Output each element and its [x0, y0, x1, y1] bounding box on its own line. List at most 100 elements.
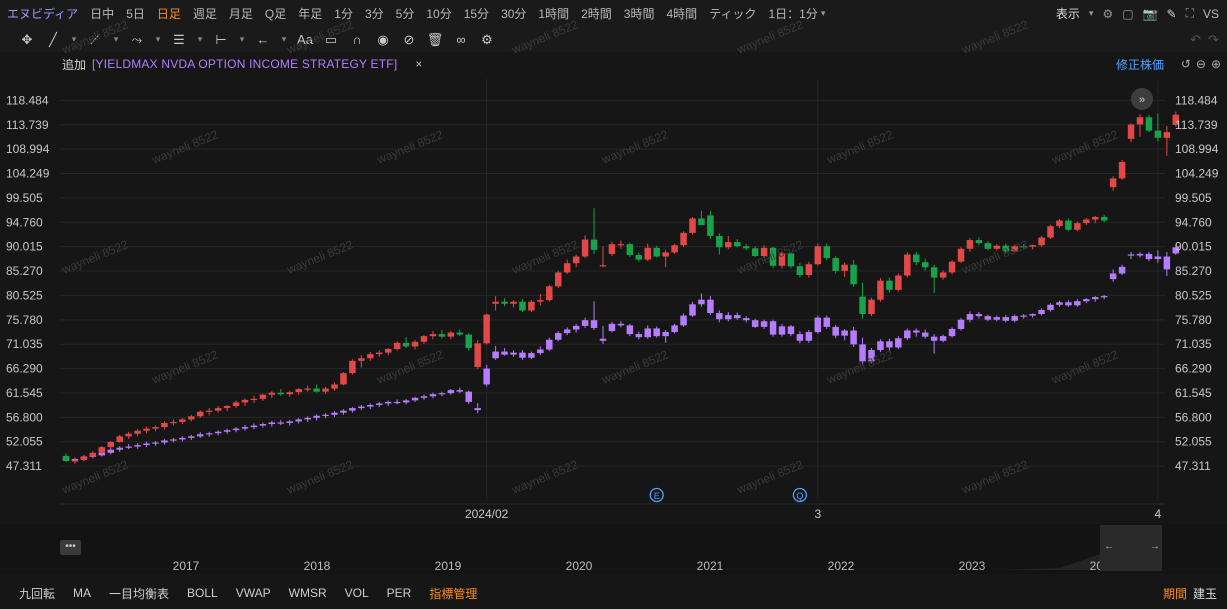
navigator-area[interactable]: 20172018201920202021202220232024: [0, 524, 1227, 574]
display-menu[interactable]: 表示: [1056, 5, 1080, 22]
indicator-button[interactable]: VWAP: [227, 586, 280, 600]
adjusted-price-toggle[interactable]: 修正株価: [1116, 56, 1164, 73]
candle-body: [662, 332, 669, 337]
candle-body: [519, 352, 526, 358]
hide-icon[interactable]: ⊘: [398, 30, 420, 50]
timeframe-tab[interactable]: Q足: [259, 5, 292, 22]
candle-body: [492, 351, 499, 359]
pattern-icon[interactable]: ⤳: [126, 30, 148, 50]
pencil-icon[interactable]: ✎: [1167, 7, 1177, 21]
timeframe-tab[interactable]: ティック: [703, 5, 762, 22]
chevron-down-icon[interactable]: ▾: [68, 30, 80, 50]
compare-candle: [1056, 300, 1063, 307]
indicator-button[interactable]: 指標管理: [420, 585, 486, 602]
timeframe-tab[interactable]: 5分: [390, 5, 421, 22]
compare-candle: [716, 310, 723, 323]
add-compare-label[interactable]: 追加: [62, 56, 86, 73]
timeframe-tab[interactable]: 週足: [187, 5, 223, 22]
arrow-icon[interactable]: ←: [252, 30, 274, 50]
timeframe-tab[interactable]: 30分: [495, 5, 532, 22]
indicator-button[interactable]: 一目均衡表: [100, 585, 178, 602]
settings-icon[interactable]: ⚙: [476, 30, 498, 50]
price-candle: [555, 270, 562, 288]
timeframe-tab[interactable]: 4時間: [660, 5, 703, 22]
compare-series-label[interactable]: [YIELDMAX NVDA OPTION INCOME STRATEGY ET…: [92, 57, 397, 71]
timeframe-tab[interactable]: 1時間: [532, 5, 575, 22]
candle-body: [214, 431, 222, 434]
candle-body: [563, 263, 571, 273]
timeframe-tab[interactable]: 2時間: [575, 5, 618, 22]
comment-icon[interactable]: ▭: [320, 30, 342, 50]
candle-body: [555, 272, 562, 287]
price-candle: [930, 264, 938, 293]
candle-body: [1011, 316, 1018, 321]
candle-body: [125, 446, 132, 448]
candle-body: [89, 452, 97, 457]
timeframe-tab[interactable]: 月足: [223, 5, 259, 22]
fullscreen-icon[interactable]: ⛶: [1186, 6, 1194, 21]
magnet-icon[interactable]: ∩: [346, 30, 368, 50]
timeframe-tab[interactable]: 1日：1分: [762, 5, 823, 22]
candle-body: [868, 350, 875, 362]
zoom-out-icon[interactable]: ⊖: [1196, 57, 1206, 71]
candle-body: [913, 254, 920, 263]
measure-icon[interactable]: ⊢: [210, 30, 232, 50]
redo-icon[interactable]: ↷: [1208, 32, 1219, 48]
vs-button[interactable]: VS: [1203, 7, 1219, 21]
timeframe-tab[interactable]: 15分: [458, 5, 495, 22]
camera-icon[interactable]: 📷: [1143, 7, 1158, 21]
period-toggle[interactable]: 期間: [1163, 585, 1187, 602]
timeframe-tab[interactable]: 日中: [84, 5, 120, 22]
indicator-button[interactable]: MA: [64, 586, 100, 600]
text-tool-icon[interactable]: Aa: [294, 30, 316, 50]
timeframe-tab[interactable]: 1分: [328, 5, 359, 22]
main-series-candles: [62, 111, 1180, 464]
chevron-down-icon[interactable]: ▾: [194, 30, 206, 50]
chevron-down-icon[interactable]: ▾: [278, 30, 290, 50]
zoom-in-icon[interactable]: ⊕: [1211, 57, 1221, 71]
indicator-button[interactable]: 九回転: [10, 585, 64, 602]
indicator-button[interactable]: BOLL: [178, 586, 227, 600]
event-marker[interactable]: E: [649, 487, 664, 503]
price-chart[interactable]: 118.484 113.739 108.994 104.249 99.505 94.760…: [0, 76, 1227, 526]
candle-body: [975, 314, 983, 317]
remove-compare-button[interactable]: ×: [415, 57, 422, 71]
compare-candle: [376, 401, 383, 408]
chevron-down-icon[interactable]: ▾: [152, 30, 164, 50]
navigator-left-handle-icon[interactable]: ←: [1104, 541, 1114, 552]
scroll-right-button[interactable]: »: [1131, 88, 1153, 110]
navigator-drag-handle[interactable]: •••: [60, 540, 81, 555]
indicator-button[interactable]: VOL: [336, 586, 378, 600]
trend-line-icon[interactable]: ╱: [42, 30, 64, 50]
timeframe-tab[interactable]: 日足: [151, 5, 187, 22]
event-marker[interactable]: Q: [792, 487, 808, 503]
timeframe-tab[interactable]: 3時間: [618, 5, 661, 22]
link-icon[interactable]: ∞: [450, 30, 472, 50]
price-candle: [1109, 176, 1117, 191]
symbol-name[interactable]: エヌビディア: [0, 5, 84, 22]
checkbox-icon[interactable]: ▢: [1122, 7, 1133, 21]
undo-icon[interactable]: ↶: [1190, 32, 1201, 48]
timeframe-tab[interactable]: 10分: [420, 5, 457, 22]
chevron-down-icon[interactable]: ▾: [236, 30, 248, 50]
navigator-right-handle-icon[interactable]: →: [1150, 541, 1160, 552]
timeframe-tab[interactable]: 3分: [359, 5, 390, 22]
compare-candle: [519, 350, 526, 360]
chevron-down-icon[interactable]: ▾: [110, 30, 122, 50]
eye-icon[interactable]: ◉: [372, 30, 394, 50]
candle-body: [268, 392, 276, 395]
timeframe-tab[interactable]: 年足: [292, 5, 328, 22]
fib-icon[interactable]: ⟋: [84, 30, 106, 50]
trash-icon[interactable]: 🗑: [424, 30, 446, 50]
settings-gear-icon[interactable]: ⚙: [1102, 7, 1113, 21]
indicator-button[interactable]: WMSR: [280, 586, 336, 600]
indicator-button[interactable]: PER: [378, 586, 421, 600]
move-crosshair-icon[interactable]: ✥: [16, 30, 38, 50]
price-candle: [939, 270, 947, 280]
chevron-down-icon[interactable]: ▾: [821, 8, 826, 19]
candle-body: [1092, 297, 1099, 300]
channel-icon[interactable]: ☰: [168, 30, 190, 50]
reset-icon[interactable]: ↺: [1181, 57, 1191, 71]
open-interest-toggle[interactable]: 建玉: [1193, 585, 1217, 602]
timeframe-tab[interactable]: 5日: [120, 5, 151, 22]
